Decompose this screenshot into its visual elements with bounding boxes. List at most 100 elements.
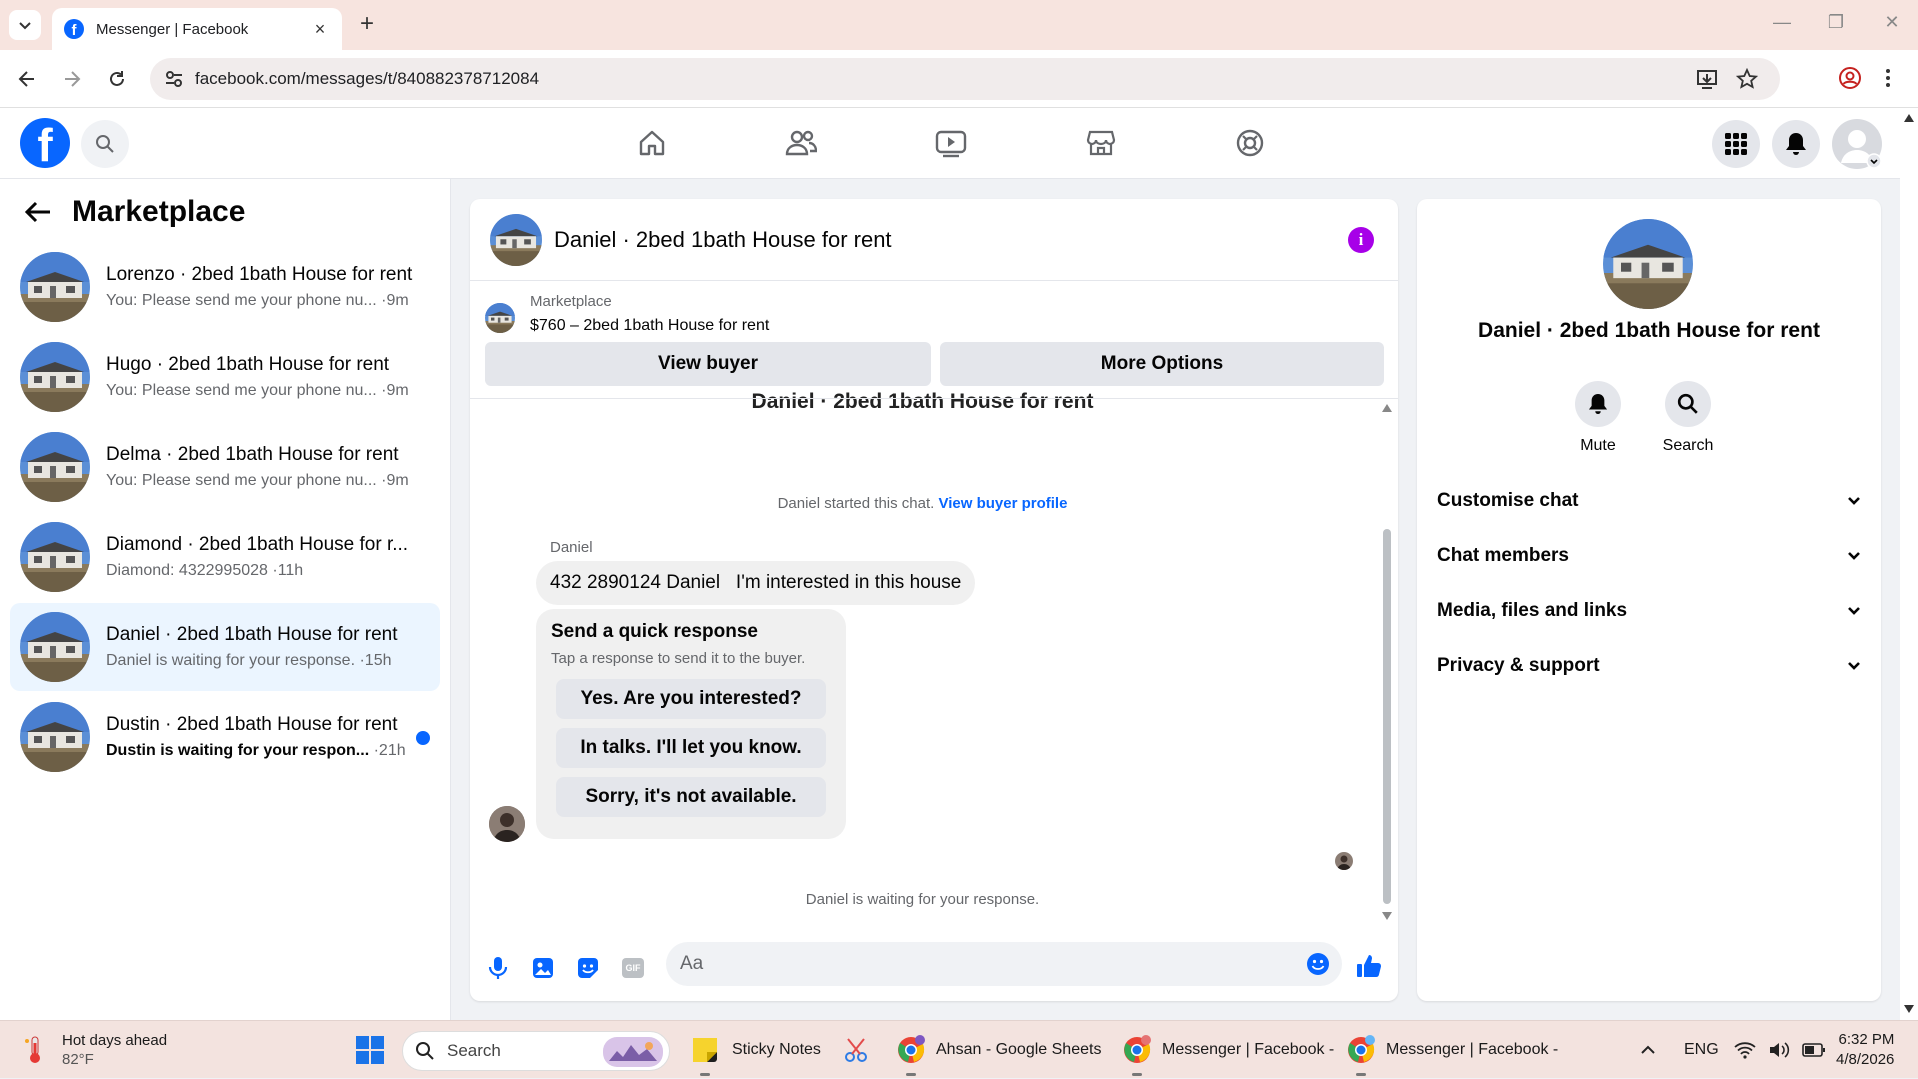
taskbar-app-sticky-notes[interactable]: Sticky Notes xyxy=(692,1021,821,1079)
photo-icon[interactable] xyxy=(528,953,558,983)
snipping-tool-icon xyxy=(845,1038,867,1062)
more-options-button[interactable]: More Options xyxy=(940,342,1384,386)
contact-avatar[interactable] xyxy=(1603,219,1693,309)
media-files-section[interactable]: Media, files and links xyxy=(1437,586,1861,636)
minimize-icon[interactable]: — xyxy=(1762,12,1802,33)
message-input[interactable]: Aa xyxy=(666,942,1342,986)
message-bubble[interactable]: 432 2890124 Daniel I'm interested in thi… xyxy=(536,561,976,605)
view-buyer-profile-link[interactable]: View buyer profile xyxy=(938,495,1067,512)
mute-button[interactable]: Mute xyxy=(1558,381,1638,455)
search-highlight-icon xyxy=(603,1037,663,1067)
thumbs-up-icon[interactable] xyxy=(1354,951,1384,981)
listing-title[interactable]: $760 – 2bed 1bath House for rent xyxy=(530,317,769,335)
reload-icon[interactable] xyxy=(102,64,132,94)
conversation-item[interactable]: Hugo · 2bed 1bath House for rent You: Pl… xyxy=(10,333,440,421)
chrome-icon xyxy=(1124,1035,1151,1063)
restore-icon[interactable]: ❐ xyxy=(1816,12,1856,33)
privacy-support-section[interactable]: Privacy & support xyxy=(1437,641,1861,691)
language-indicator[interactable]: ENG xyxy=(1684,1021,1719,1079)
browser-tab[interactable]: f Messenger | Facebook × xyxy=(52,8,342,50)
new-tab-button[interactable]: + xyxy=(352,10,382,40)
microphone-icon[interactable] xyxy=(483,953,513,983)
close-window-icon[interactable]: ✕ xyxy=(1872,12,1912,33)
facebook-header: f xyxy=(0,108,1900,179)
conversation-item-unread[interactable]: Dustin · 2bed 1bath House for rent Dusti… xyxy=(10,693,440,781)
taskbar-app-chrome-sheets[interactable]: Ahsan - Google Sheets xyxy=(896,1021,1101,1079)
back-arrow-icon[interactable] xyxy=(24,200,52,224)
bookmark-star-icon[interactable] xyxy=(1736,68,1758,90)
customise-chat-section[interactable]: Customise chat xyxy=(1437,476,1861,526)
taskbar-app-chrome-messenger-2[interactable]: Messenger | Facebook - xyxy=(1346,1021,1558,1079)
app-label: Sticky Notes xyxy=(732,1041,821,1058)
weather-widget[interactable]: Hot days ahead 82°F xyxy=(24,1021,167,1079)
system-tray[interactable] xyxy=(1734,1021,1826,1079)
quick-response-subtitle: Tap a response to send it to the buyer. xyxy=(551,650,806,667)
video-icon[interactable] xyxy=(933,125,969,161)
scroll-down-icon[interactable] xyxy=(1904,1005,1914,1013)
scroll-up-icon[interactable] xyxy=(1904,114,1914,122)
listing-thumbnail xyxy=(485,303,515,333)
marketplace-label: Marketplace xyxy=(530,293,612,310)
scroll-down-icon[interactable] xyxy=(1382,912,1392,920)
gif-icon[interactable]: GIF xyxy=(618,953,648,983)
account-avatar[interactable] xyxy=(1832,119,1882,169)
menu-grid-button[interactable] xyxy=(1712,120,1760,168)
conversation-name: Hugo · 2bed 1bath House for rent xyxy=(106,354,390,375)
marketplace-icon[interactable] xyxy=(1083,125,1119,161)
address-bar[interactable]: facebook.com/messages/t/840882378712084 xyxy=(150,58,1780,100)
wifi-icon xyxy=(1734,1042,1756,1059)
site-info-icon[interactable] xyxy=(164,69,184,89)
back-icon[interactable] xyxy=(12,64,42,94)
tab-search-button[interactable] xyxy=(9,10,41,40)
page-scrollbar[interactable] xyxy=(1900,108,1918,1020)
sender-avatar[interactable] xyxy=(489,806,525,842)
browser-menu-icon[interactable] xyxy=(1884,66,1892,90)
running-indicator xyxy=(700,1073,710,1076)
conversation-name: Diamond · 2bed 1bath House for r... xyxy=(106,534,409,555)
sender-name: Daniel xyxy=(550,539,593,556)
listing-avatar xyxy=(20,342,90,412)
show-hidden-icons[interactable] xyxy=(1640,1021,1656,1079)
emoji-icon[interactable] xyxy=(1306,952,1330,976)
conversation-item-active[interactable]: Daniel · 2bed 1bath House for rent Danie… xyxy=(10,603,440,691)
quick-response-option[interactable]: Sorry, it's not available. xyxy=(556,777,826,817)
friends-icon[interactable] xyxy=(783,125,819,161)
install-app-icon[interactable] xyxy=(1696,68,1718,90)
taskbar-app-chrome-messenger[interactable]: Messenger | Facebook - xyxy=(1122,1021,1334,1079)
facebook-logo-icon[interactable]: f xyxy=(20,118,70,168)
conversation-item[interactable]: Diamond · 2bed 1bath House for r... Diam… xyxy=(10,513,440,601)
conversation-item[interactable]: Lorenzo · 2bed 1bath House for rent You:… xyxy=(10,243,440,331)
chat-scrollbar[interactable] xyxy=(1380,404,1394,924)
chat-members-section[interactable]: Chat members xyxy=(1437,531,1861,581)
quick-response-option[interactable]: In talks. I'll let you know. xyxy=(556,728,826,768)
chat-scroll-thumb[interactable] xyxy=(1383,529,1391,904)
scroll-up-icon[interactable] xyxy=(1382,404,1392,412)
forward-icon[interactable] xyxy=(57,64,87,94)
profile-icon[interactable] xyxy=(1838,66,1862,90)
info-icon[interactable]: i xyxy=(1348,227,1374,253)
bell-icon xyxy=(1588,394,1608,414)
running-indicator xyxy=(906,1073,916,1076)
user-avatar-icon xyxy=(1841,130,1882,169)
start-button[interactable] xyxy=(355,1021,385,1079)
chevron-up-icon xyxy=(1641,1045,1655,1054)
home-icon[interactable] xyxy=(634,125,670,161)
section-label: Chat members xyxy=(1437,545,1569,566)
close-tab-icon[interactable]: × xyxy=(310,19,330,40)
notifications-button[interactable] xyxy=(1772,120,1820,168)
sticker-icon[interactable] xyxy=(573,953,603,983)
taskbar-search[interactable]: Search xyxy=(402,1031,670,1071)
clock[interactable]: 6:32 PM 4/8/2026 xyxy=(1836,1021,1894,1079)
quick-response-card: Send a quick response Tap a response to … xyxy=(536,609,846,839)
taskbar-app-snipping[interactable] xyxy=(842,1021,872,1079)
search-conversation-button[interactable]: Search xyxy=(1648,381,1728,455)
browser-toolbar: facebook.com/messages/t/840882378712084 xyxy=(0,50,1918,108)
chat-avatar[interactable] xyxy=(490,214,542,266)
facebook-search-button[interactable] xyxy=(81,120,129,168)
chat-title[interactable]: Daniel · 2bed 1bath House for rent xyxy=(554,227,892,253)
view-buyer-button[interactable]: View buyer xyxy=(485,342,931,386)
conversation-item[interactable]: Delma · 2bed 1bath House for rent You: P… xyxy=(10,423,440,511)
quick-response-option[interactable]: Yes. Are you interested? xyxy=(556,679,826,719)
gaming-icon[interactable] xyxy=(1232,125,1268,161)
bell-icon xyxy=(1786,133,1806,155)
